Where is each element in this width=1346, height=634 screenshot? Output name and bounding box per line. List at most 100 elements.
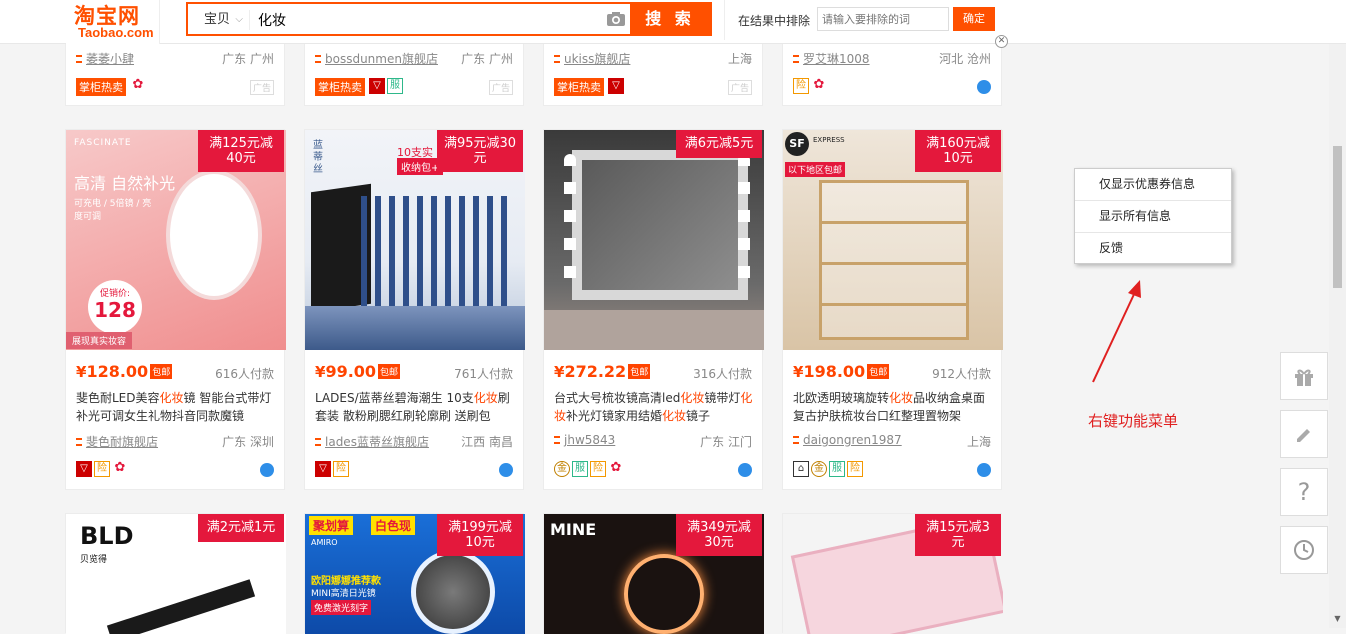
mirror-bulbs: [738, 154, 750, 294]
scroll-down-icon[interactable]: ▼: [1333, 614, 1342, 623]
wangwang-chat-icon[interactable]: [977, 80, 991, 94]
image-brand-text: MINE: [550, 520, 597, 539]
product-graphic: [106, 579, 256, 634]
exclude-confirm-button[interactable]: 确定: [953, 7, 995, 31]
rose-icon: ✿: [813, 77, 825, 92]
price-value: 198.00: [803, 362, 866, 381]
coupon-badge: 满349元减 30元: [676, 514, 762, 556]
product-image[interactable]: [544, 130, 764, 350]
product-card[interactable]: MINE 满349元减 30元: [543, 513, 764, 634]
edit-button[interactable]: [1280, 410, 1328, 458]
ad-label: 广告: [727, 80, 752, 95]
product-title[interactable]: LADES/蓝蒂丝碧海潮生 10支化妆刷套装 散粉刷腮红刷轮廓刷 送刷包: [315, 389, 515, 425]
product-title[interactable]: 斐色耐LED美容化妆镜 智能台式带灯补光可调女生礼物抖音同款魔镜: [76, 389, 276, 425]
gold-seller-icon: 金: [811, 461, 827, 477]
keyword-highlight: 化妆: [159, 391, 184, 405]
image-footer: 展现真实妆容: [66, 332, 133, 349]
shop-link[interactable]: daigongren1987: [793, 433, 902, 447]
keyword-highlight: 化妆: [889, 391, 914, 405]
search-category-select[interactable]: 宝贝 ⌵: [194, 10, 250, 30]
image-brand-text: AMIRO: [311, 538, 338, 547]
shop-link[interactable]: bossdunmen旗舰店: [315, 50, 438, 67]
organizer-graphic: [819, 180, 969, 340]
scrollbar-thumb[interactable]: [1333, 146, 1342, 288]
price-value: 128.00: [86, 362, 149, 381]
badge-row: 险 ✿: [793, 78, 829, 94]
menu-item-show-all[interactable]: 显示所有信息: [1075, 201, 1231, 233]
insurance-icon: 险: [847, 461, 863, 477]
sales-count: 616人付款: [215, 367, 274, 381]
product-card[interactable]: 聚划算 白色现 AMIRO 欧阳娜娜推荐款 MINI高清日光镜 免费激光刻字 满…: [304, 513, 525, 634]
close-icon[interactable]: ✕: [995, 35, 1008, 48]
history-button[interactable]: [1280, 526, 1328, 574]
free-shipping-tag: 包邮: [867, 364, 890, 379]
exclude-label: 在结果中排除: [738, 14, 811, 28]
product-title[interactable]: 台式大号梳妆镜高清led化妆镜带灯化妆补光灯镜家用结婚化妆镜子: [554, 389, 754, 425]
image-brand-text: BLD: [80, 522, 134, 550]
wangwang-chat-icon[interactable]: [738, 463, 752, 477]
coupon-line1: 满15元减3: [926, 520, 990, 535]
shop-location: 河北 沧州: [939, 52, 991, 66]
shop-location: 上海: [966, 435, 991, 449]
price: ¥128.00 包邮: [76, 362, 173, 381]
service-icon: 服: [572, 461, 588, 477]
rose-icon: ✿: [610, 460, 622, 475]
tmall-icon: ▽: [76, 461, 92, 477]
badge-row: 掌柜热卖 ✿: [76, 77, 148, 96]
insurance-icon: 险: [94, 461, 110, 477]
tmall-icon: ▽: [315, 461, 331, 477]
logo-domain: Taobao.com: [78, 25, 154, 40]
product-card[interactable]: SF EXPRESS 以下地区包邮 满160元减 10元 ¥198.00 包邮 91…: [782, 129, 1003, 490]
shop-link[interactable]: 斐色耐旗舰店: [76, 433, 158, 450]
menu-item-coupon-only[interactable]: 仅显示优惠券信息: [1075, 169, 1231, 201]
taobao-logo[interactable]: 淘宝网 Taobao.com: [66, 0, 160, 44]
gift-button[interactable]: [1280, 352, 1328, 400]
wangwang-chat-icon[interactable]: [499, 463, 513, 477]
product-card[interactable]: 10支实 收纳包+ 蓝蒂丝 满95元减30 元 ¥99.00 包邮 761人付款 L…: [304, 129, 525, 490]
hot-seller-badge: 掌柜热卖: [76, 78, 126, 96]
exclude-filter: 在结果中排除 确定: [724, 0, 1004, 40]
coupon-line1: 满6元减5元: [684, 136, 754, 151]
coupon-line2: 元: [473, 151, 487, 166]
rose-icon: ✿: [132, 77, 144, 92]
search-input[interactable]: [258, 8, 588, 32]
free-shipping-tag: 包邮: [628, 364, 651, 379]
product-card[interactable]: BLD 贝览得 满2元减1元: [65, 513, 286, 634]
search-button[interactable]: 搜 索: [630, 4, 710, 34]
coupon-line1: 满125元减: [209, 136, 273, 151]
shop-link[interactable]: 罗艾琳1008: [793, 50, 870, 67]
product-title[interactable]: 北欧透明玻璃旋转化妆品收纳盒桌面复古护肤梳妆台口红整理置物架: [793, 389, 993, 425]
coupon-badge: 满95元减30 元: [437, 130, 523, 172]
juhuasuan-logo: 聚划算: [309, 516, 354, 535]
wangwang-chat-icon[interactable]: [260, 463, 274, 477]
product-card[interactable]: 满15元减3 元: [782, 513, 1003, 634]
menu-item-feedback[interactable]: 反馈: [1075, 233, 1231, 265]
product-card[interactable]: 满6元减5元 ¥272.22 包邮 316人付款 台式大号梳妆镜高清led化妆镜带…: [543, 129, 764, 490]
price-value: 99.00: [325, 362, 377, 381]
service-icon: 服: [387, 78, 403, 94]
image-banner-text: 白色现: [371, 516, 416, 535]
keyword-highlight: 化妆: [680, 391, 705, 405]
page-scrollbar[interactable]: ▲ ▼: [1329, 0, 1346, 628]
ad-label: 广告: [249, 80, 274, 95]
shop-link[interactable]: jhw5843: [554, 433, 615, 447]
insurance-icon: 险: [793, 78, 809, 94]
help-button[interactable]: ?: [1280, 468, 1328, 516]
camera-icon[interactable]: [606, 11, 626, 27]
sales-count: 761人付款: [454, 367, 513, 381]
wangwang-chat-icon[interactable]: [977, 463, 991, 477]
insurance-icon: 险: [333, 461, 349, 477]
price: ¥198.00 包邮: [793, 362, 890, 381]
category-label: 宝贝: [204, 12, 231, 27]
shop-link[interactable]: 萎萎小肆: [76, 50, 134, 67]
shop-house-icon: ⌂: [793, 461, 809, 477]
shop-link[interactable]: lades蓝蒂丝旗舰店: [315, 433, 429, 450]
hot-seller-badge: 掌柜热卖: [315, 78, 365, 96]
coupon-line1: 满160元减: [926, 136, 990, 151]
bubble-price: 128: [94, 298, 136, 322]
product-card[interactable]: FASCINATE 高清 自然补光 可充电 / 5倍镜 / 亮度可调 促销价: …: [65, 129, 286, 490]
badge-row: 金服险 ✿: [554, 461, 626, 477]
image-headline: 高清 自然补光: [74, 174, 176, 193]
exclude-input[interactable]: [817, 7, 949, 31]
shop-link[interactable]: ukiss旗舰店: [554, 50, 630, 67]
